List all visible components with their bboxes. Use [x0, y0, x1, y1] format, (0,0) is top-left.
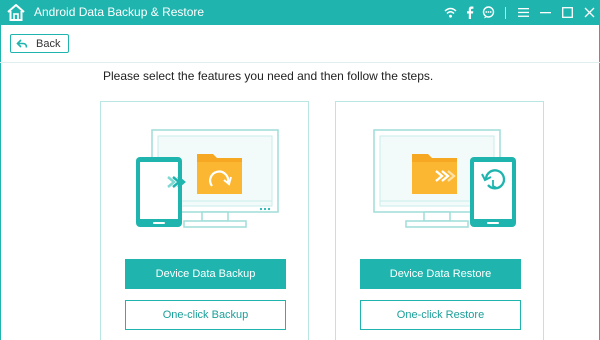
back-label: Back — [36, 37, 61, 50]
titlebar-controls — [440, 0, 600, 25]
app-title: Android Data Backup & Restore — [34, 5, 205, 19]
header-divider — [0, 62, 600, 63]
chat-icon[interactable] — [480, 5, 497, 21]
title-bar: Android Data Backup & Restore — [0, 0, 600, 25]
restore-panel: Device Data Restore One-click Restore — [335, 101, 544, 340]
one-click-backup-button[interactable]: One-click Backup — [125, 300, 286, 330]
instruction-text: Please select the features you need and … — [103, 69, 434, 83]
device-data-restore-button[interactable]: Device Data Restore — [360, 259, 521, 289]
back-arrow-icon — [16, 38, 28, 48]
backup-illustration — [136, 129, 279, 228]
wifi-icon[interactable] — [442, 5, 459, 21]
facebook-icon[interactable] — [461, 5, 478, 21]
back-button[interactable]: Back — [10, 34, 69, 53]
menu-icon[interactable] — [512, 0, 534, 25]
home-icon — [7, 4, 25, 21]
one-click-restore-button[interactable]: One-click Restore — [360, 300, 521, 330]
backup-panel: Device Data Backup One-click Backup — [100, 101, 309, 340]
titlebar-separator — [505, 6, 506, 19]
restore-illustration — [373, 129, 516, 228]
close-icon[interactable] — [578, 0, 600, 25]
window-border-left — [0, 25, 1, 340]
minimize-icon[interactable] — [534, 0, 556, 25]
device-data-backup-button[interactable]: Device Data Backup — [125, 259, 286, 289]
maximize-icon[interactable] — [556, 0, 578, 25]
